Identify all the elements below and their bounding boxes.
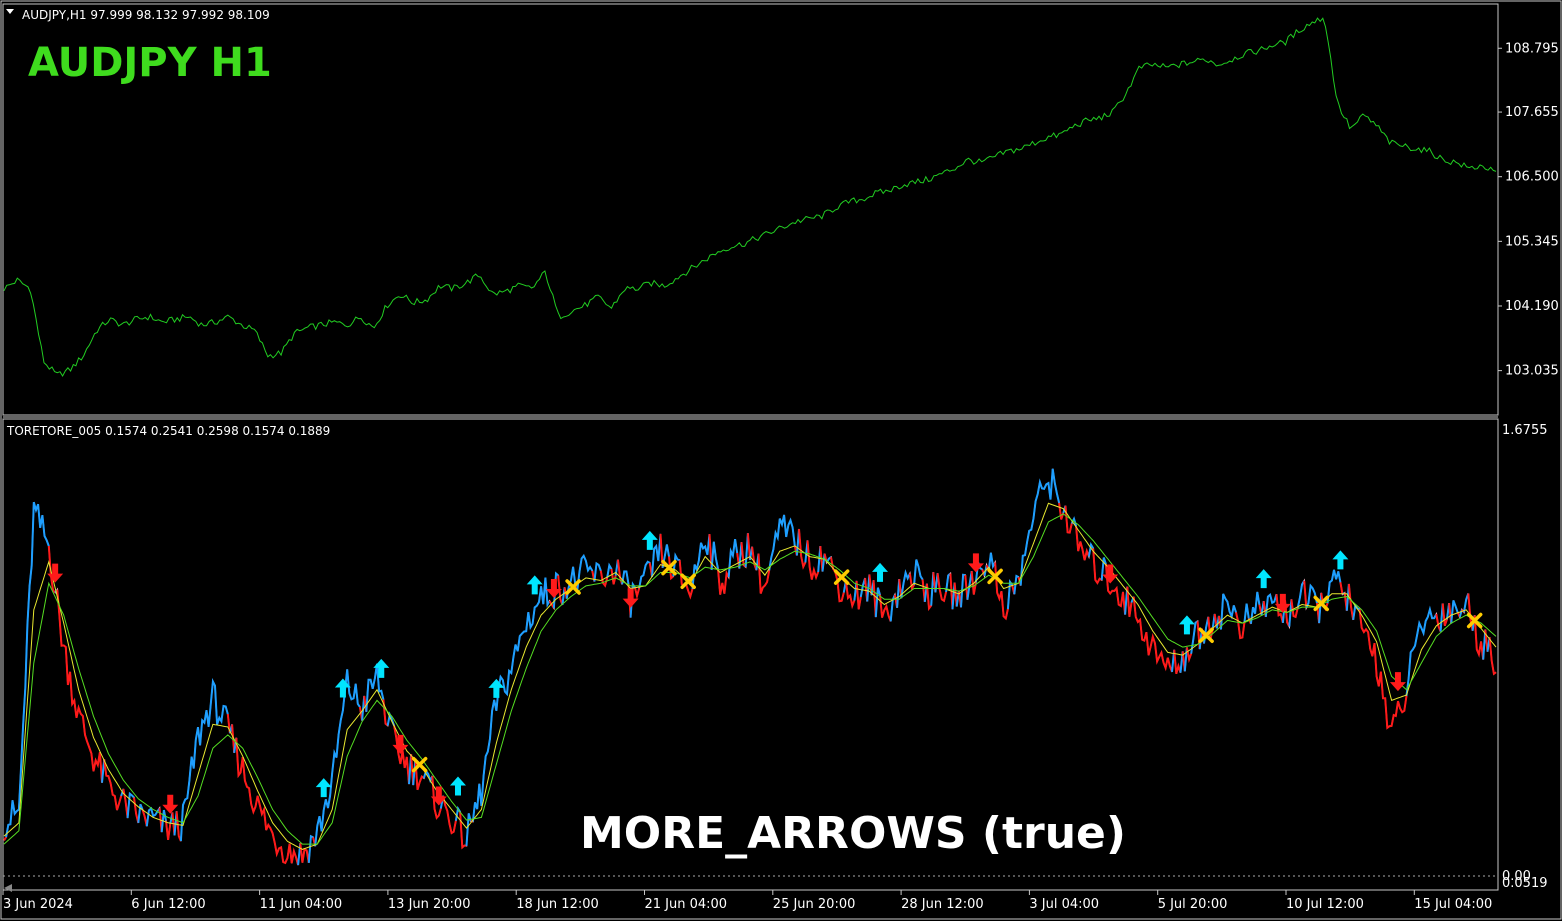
time-axis-label: 21 Jun 04:00 xyxy=(645,897,728,912)
time-axis-label: 15 Jul 04:00 xyxy=(1414,897,1492,912)
time-axis-label: 25 Jun 20:00 xyxy=(773,897,856,912)
time-axis-label: 10 Jul 12:00 xyxy=(1286,897,1364,912)
time-axis-label: 28 Jun 12:00 xyxy=(901,897,984,912)
price-axis-label: 104.190 xyxy=(1505,299,1559,314)
time-axis-label: 5 Jul 20:00 xyxy=(1158,897,1228,912)
price-axis-label: 103.035 xyxy=(1505,364,1559,379)
symbol-timeframe-label: AUDJPY H1 xyxy=(28,40,272,86)
indicator-header: TORETORE_005 0.1574 0.2541 0.2598 0.1574… xyxy=(6,424,330,438)
chart-canvas: AUDJPY,H1 97.999 98.132 97.992 98.109 AU… xyxy=(0,0,1562,920)
time-axis-label: 6 Jun 12:00 xyxy=(131,897,205,912)
time-axis-label: 13 Jun 20:00 xyxy=(388,897,471,912)
price-axis-label: 108.795 xyxy=(1505,41,1559,56)
main-price-panel[interactable]: AUDJPY,H1 97.999 98.132 97.992 98.109 AU… xyxy=(2,3,1559,416)
time-axis-label: 3 Jul 04:00 xyxy=(1029,897,1099,912)
time-axis-label: 3 Jun 2024 xyxy=(3,897,73,912)
price-axis-label: 106.500 xyxy=(1505,170,1559,185)
time-axis-label: 11 Jun 04:00 xyxy=(260,897,343,912)
price-axis-label: 107.655 xyxy=(1505,105,1559,120)
indicator-axis-max-label: 1.6755 xyxy=(1502,423,1548,438)
indicator-axis-current-label: 0.0519 xyxy=(1502,876,1548,891)
indicator-panel[interactable]: TORETORE_005 0.1574 0.2541 0.2598 0.1574… xyxy=(2,418,1548,891)
price-axis-label: 105.345 xyxy=(1505,234,1559,249)
time-axis-label: 18 Jun 12:00 xyxy=(516,897,599,912)
main-panel-header: AUDJPY,H1 97.999 98.132 97.992 98.109 xyxy=(22,8,270,22)
more-arrows-label: MORE_ARROWS (true) xyxy=(580,808,1126,859)
